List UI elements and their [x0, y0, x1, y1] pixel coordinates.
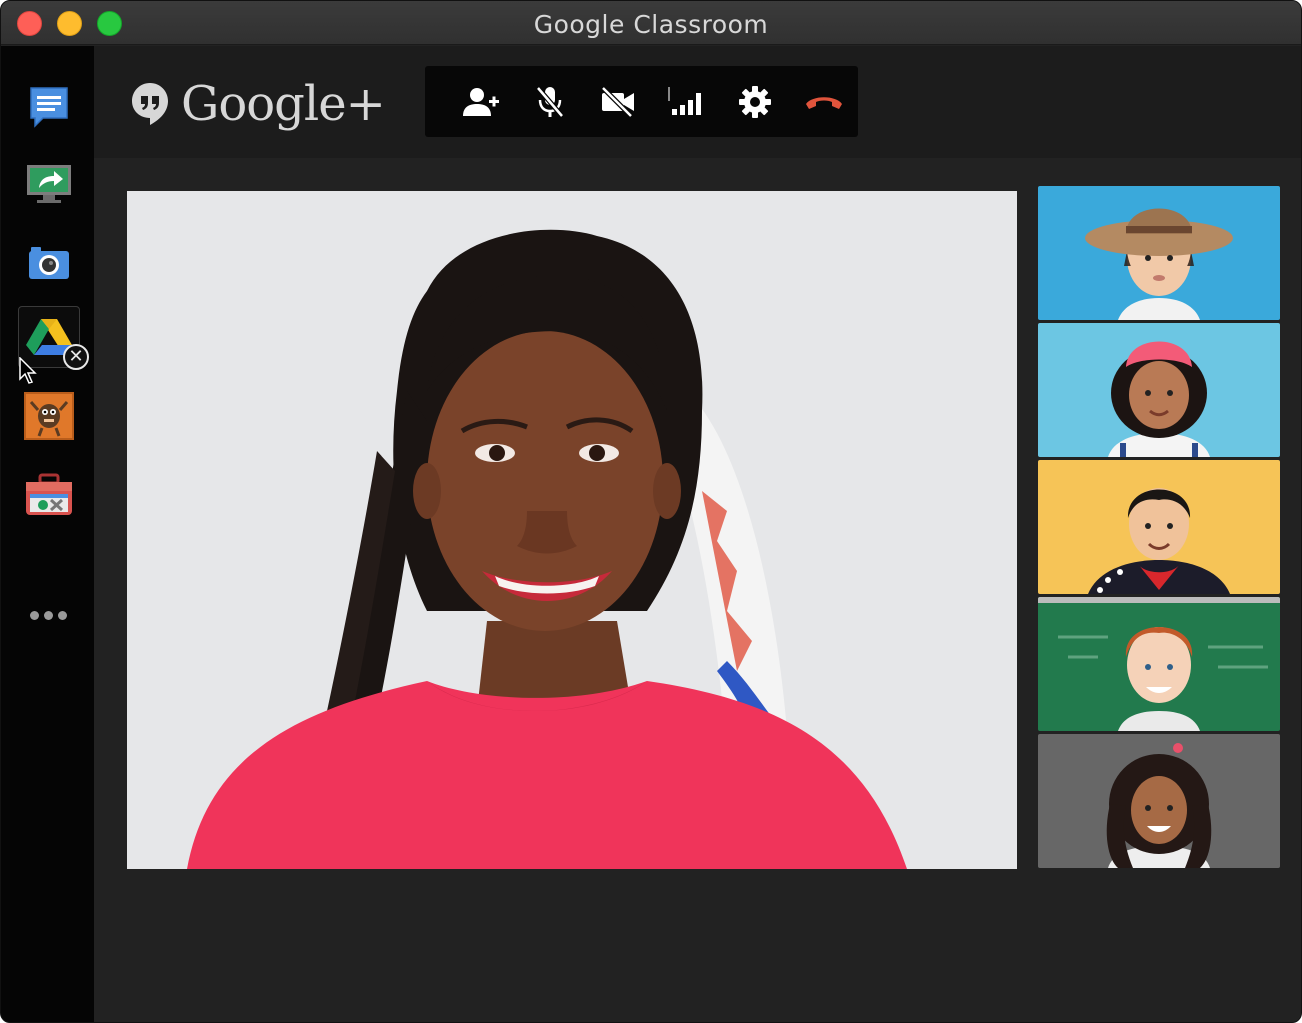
- participant-thumbnail-3[interactable]: [1038, 460, 1280, 594]
- call-toolbar: [425, 66, 858, 137]
- toolbox-icon: [26, 473, 72, 515]
- camera-off-icon: [601, 86, 635, 117]
- title-bar: Google Classroom: [1, 1, 1301, 45]
- sidebar-item-capture[interactable]: [18, 232, 80, 294]
- hangout-topbar: Google+: [94, 46, 1301, 158]
- participant-portrait-5: [1038, 734, 1280, 868]
- app-sidebar: ✕: [1, 46, 94, 1022]
- screenshare-icon: [27, 165, 71, 203]
- hangup-phone-icon: [805, 96, 842, 109]
- end-call-button[interactable]: [790, 66, 859, 137]
- bandwidth-button[interactable]: [653, 66, 722, 137]
- participant-thumbnail-1[interactable]: [1038, 186, 1280, 320]
- gear-icon: [739, 85, 772, 118]
- signal-bars-icon: [667, 86, 701, 115]
- sidebar-item-chat[interactable]: [18, 76, 80, 138]
- participant-thumbnail-4[interactable]: [1038, 597, 1280, 731]
- more-apps-icon[interactable]: [30, 611, 67, 620]
- participant-portrait-3: [1038, 460, 1280, 594]
- participant-portrait-1: [1038, 186, 1280, 320]
- app-window: Google Classroom ✕ Google+: [0, 0, 1302, 1023]
- sidebar-item-screenshare[interactable]: [18, 152, 80, 214]
- video-stage: [94, 158, 1301, 1022]
- settings-button[interactable]: [721, 66, 790, 137]
- brand-logo: Google+: [131, 76, 386, 132]
- window-title: Google Classroom: [533, 10, 769, 39]
- participant-thumbnail-2[interactable]: [1038, 323, 1280, 457]
- add-person-icon: [463, 87, 500, 116]
- brand-name: Google+: [181, 76, 386, 132]
- mouse-pointer-icon: [19, 357, 37, 384]
- main-speaker-video[interactable]: [127, 191, 1017, 869]
- participant-portrait-4: [1038, 597, 1280, 731]
- sidebar-item-effects[interactable]: [18, 385, 80, 447]
- monster-effects-icon: [24, 392, 74, 440]
- participant-portrait-2: [1038, 323, 1280, 457]
- camera-icon: [29, 247, 69, 279]
- main-speaker-portrait: [127, 191, 1017, 869]
- turn-off-camera-button[interactable]: [584, 66, 653, 137]
- invite-people-button[interactable]: [447, 66, 516, 137]
- chat-message-icon: [30, 87, 68, 128]
- mute-microphone-button[interactable]: [516, 66, 585, 137]
- hangouts-quote-icon: [132, 83, 168, 125]
- close-drive-badge[interactable]: ✕: [63, 344, 89, 370]
- mic-off-icon: [535, 85, 564, 118]
- sidebar-item-toolbox[interactable]: [18, 464, 80, 526]
- participant-thumbnail-5[interactable]: [1038, 734, 1280, 868]
